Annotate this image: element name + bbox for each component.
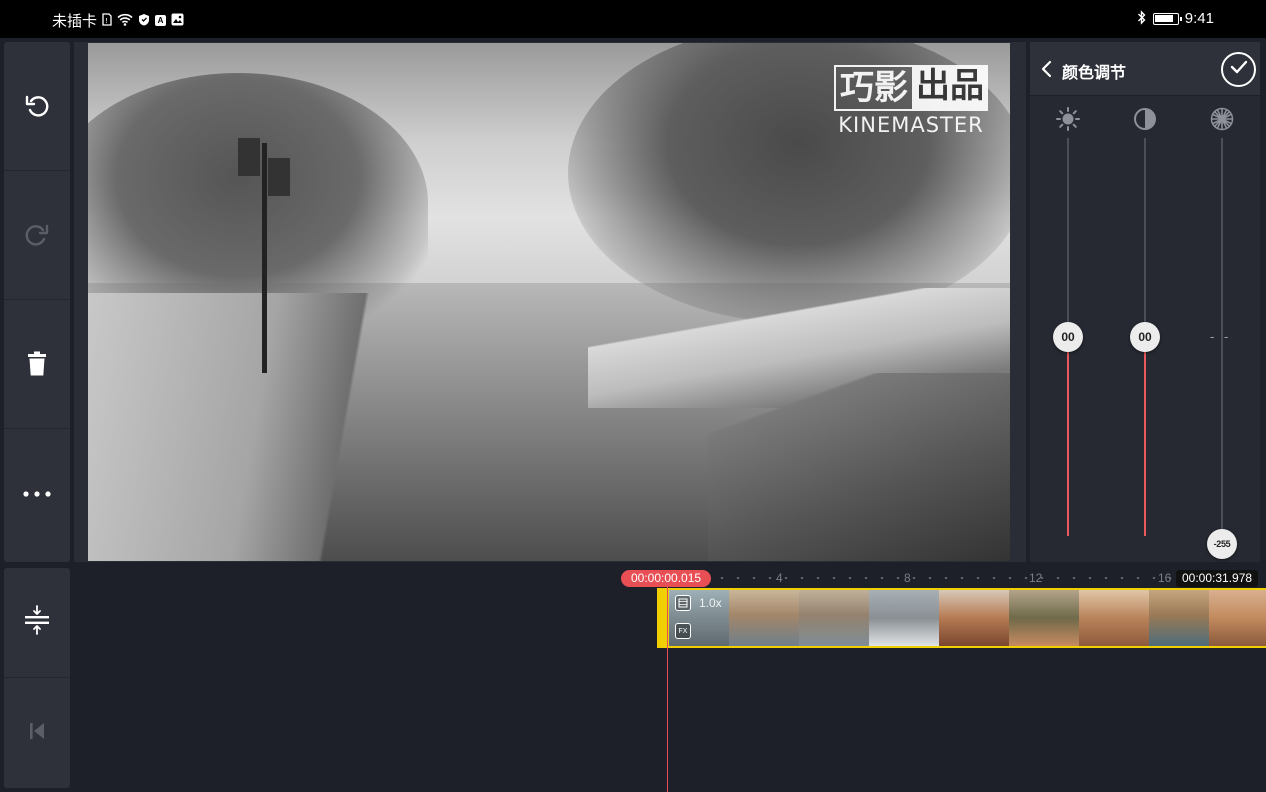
clip-thumbnail [729,590,799,646]
clip-thumbnail [1009,590,1079,646]
playhead[interactable] [667,580,668,792]
saturation-icon [1209,106,1235,132]
saturation-knob[interactable]: -255 [1207,529,1237,559]
split-icon [24,605,50,640]
more-button[interactable] [4,429,70,558]
left-toolbar [4,42,70,562]
total-time: 00:00:31.978 [1176,570,1259,587]
ruler-mark: 12 [1029,571,1043,585]
kinemaster-editor: 巧影 出品 KINEMASTER 颜色调节 00 00 - - -255 4 8… [0,38,1266,792]
clip-thumbnail [1209,590,1266,646]
svg-text:!: ! [105,17,108,25]
watermark-brand: KINEMASTER [838,113,984,137]
status-right: 9:41 [1137,10,1214,27]
undo-icon [24,93,50,119]
more-icon [23,490,51,497]
watermark-text-right: 出品 [912,65,988,111]
battery-icon [1152,12,1182,25]
current-time: 00:00:00.015 [621,570,712,587]
split-button[interactable] [4,568,70,678]
chevron-left-icon[interactable] [1040,60,1054,78]
clip-thumbnail [869,590,939,646]
ruler-ticks [714,577,1184,579]
clip-thumbnail [939,590,1009,646]
undo-button[interactable] [4,42,70,171]
clip-thumbnail [1149,590,1209,646]
brightness-slider-fill [1067,337,1069,536]
check-icon [1230,60,1248,79]
delete-button[interactable] [4,300,70,429]
kinemaster-watermark: 巧影 出品 KINEMASTER [834,65,988,137]
wifi-icon [117,13,133,28]
bluetooth-icon [1137,10,1147,27]
status-left: 未插卡 ! A [52,10,184,31]
clip-thumbnail [1079,590,1149,646]
image-icon [171,13,184,28]
brightness-knob[interactable]: 00 [1053,322,1083,352]
confirm-button[interactable] [1221,52,1256,87]
sim-status: 未插卡 [52,13,98,30]
color-adjust-panel: 颜色调节 00 00 - - -255 [1030,42,1260,562]
redo-button[interactable] [4,171,70,300]
preview-bank-left [88,293,388,561]
contrast-icon [1132,106,1158,132]
preview-frame: 巧影 出品 KINEMASTER [74,42,1026,562]
watermark-text-left: 巧影 [834,65,912,111]
a-icon: A [155,15,167,26]
delete-icon [26,351,48,377]
skip-to-start-icon [29,722,45,745]
panel-title: 颜色调节 [1062,63,1127,82]
video-preview[interactable]: 巧影 出品 KINEMASTER [88,43,1010,561]
clip-speed: 1.0x [699,596,722,610]
redo-icon [24,222,50,248]
clock: 9:41 [1184,10,1214,27]
sim-icon: ! [102,13,112,28]
preview-lamp-post [262,143,267,373]
clip-thumbnail [799,590,869,646]
clip-fx-icon[interactable]: FX [675,623,691,639]
skip-to-start-button[interactable] [4,678,70,788]
preview-wall-right [708,373,1010,561]
timeline-toolbar [4,568,70,788]
saturation-value: - - [1210,329,1232,344]
clip-type-icon [675,595,691,611]
preview-lantern [268,158,290,196]
timeline[interactable]: 4 8 12 16 FX 1.0x 00:00:00.015 00:00:31.… [74,568,1266,792]
brightness-icon [1055,106,1081,132]
battery-level [1154,14,1173,22]
ruler-mark: 16 [1158,571,1172,585]
contrast-slider-fill [1144,337,1146,536]
ruler-mark: 4 [776,571,783,585]
panel-header: 颜色调节 [1030,42,1260,96]
status-bar: 未插卡 ! A 9:41 [0,0,1266,38]
contrast-knob[interactable]: 00 [1130,322,1160,352]
video-clip[interactable]: FX 1.0x [657,588,1266,648]
shield-icon [138,13,150,28]
preview-lantern [238,138,260,176]
ruler-mark: 8 [904,571,911,585]
